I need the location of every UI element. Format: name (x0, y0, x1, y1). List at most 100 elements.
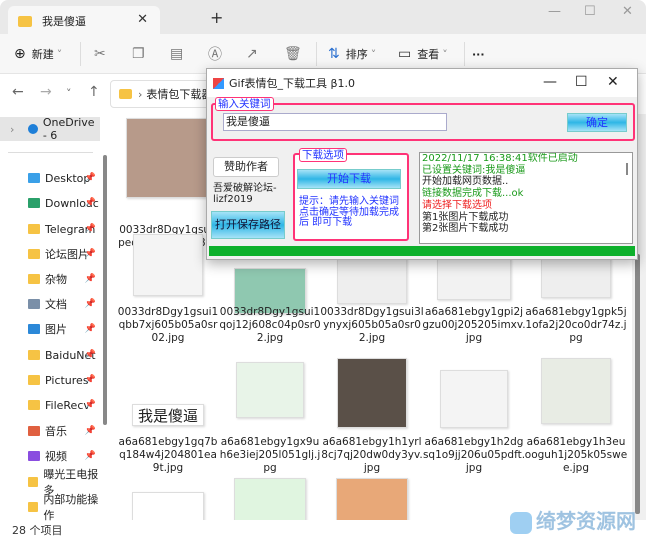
sidebar-item[interactable]: 文档 📌 (0, 292, 100, 316)
file-item[interactable] (320, 478, 424, 520)
sidebar-item[interactable]: 论坛图片 📌 (0, 242, 100, 266)
file-thumbnail (132, 492, 204, 520)
up-button[interactable]: ↑ (88, 84, 100, 100)
watermark-text: 绮梦资源网 (536, 509, 636, 533)
maximize-button[interactable]: ☐ (584, 4, 596, 19)
address-bar[interactable]: › 表情包下载器_ (110, 80, 220, 108)
sidebar-item[interactable]: Desktop 📌 (0, 166, 100, 190)
pin-icon: 📌 (84, 274, 96, 284)
sidebar-scrollbar[interactable] (103, 155, 107, 425)
file-thumbnail (133, 234, 203, 296)
file-thumbnail (440, 370, 508, 428)
scissors-icon: ✂ (94, 46, 106, 62)
keyword-group-label: 输入关键词 (215, 97, 274, 111)
progress-bar (209, 246, 635, 256)
folder-icon (28, 249, 40, 259)
sidebar-item-label: 杂物 (45, 273, 67, 286)
log-line: 第1张图片下载成功 (422, 211, 509, 223)
keyword-input[interactable]: 我是傻逼 (223, 113, 447, 131)
document-icon (28, 299, 40, 309)
file-item[interactable]: 0033dr8Dgy1gsuhpeou37j60c80c8wfc02.jpg (116, 118, 220, 262)
sidebar-item[interactable]: › OneDrive - 6 (0, 116, 100, 142)
log-output[interactable]: 2022/11/17 16:38:41软件已启动 已设置关键词:我是傻逼 开始加载网… (419, 152, 633, 244)
progress-fill (209, 246, 635, 256)
file-item[interactable]: a6a681ebgy1h3euooguh1j205k05swee.jpg (524, 358, 628, 474)
desktop-icon (28, 173, 40, 183)
file-name: a6a681ebgy1h1yrl8cj7qj20dw0dy3yv.jpg (321, 436, 423, 474)
sidebar-item[interactable]: 内部功能操作 (0, 493, 100, 522)
back-button[interactable]: ← (12, 84, 24, 100)
sponsor-button[interactable]: 赞助作者 (213, 157, 279, 177)
new-label: 新建 (31, 48, 54, 61)
pin-icon: 📌 (84, 224, 96, 234)
file-name: 0033dr8Dgy1gsui3lynyxj605b05a0sr02.jpg (320, 306, 424, 344)
sidebar-item[interactable]: FileRecv 📌 (0, 393, 100, 417)
file-item[interactable]: 0033dr8Dgy1gsui3lynyxj605b05a0sr02.jpg (320, 254, 424, 344)
app-icon (213, 77, 224, 89)
dialog-minimize-button[interactable]: — (543, 74, 557, 90)
credit-text: 吾爱破解论坛- lizf2019 (213, 183, 277, 205)
sidebar-item-label: 论坛图片 (45, 248, 89, 261)
expand-chevron-icon[interactable]: › (10, 123, 14, 136)
file-thumbnail (234, 478, 306, 520)
sort-icon: ⇅ (328, 46, 340, 62)
file-item[interactable] (218, 478, 322, 520)
folder-icon (28, 350, 40, 360)
cut-button[interactable]: ✂ (94, 34, 112, 74)
file-item[interactable] (116, 492, 220, 520)
sidebar-item-label: 文档 (45, 298, 67, 311)
confirm-button[interactable]: 确定 (567, 113, 627, 132)
rename-icon: Ⓐ (208, 47, 222, 63)
pin-icon: 📌 (84, 324, 96, 334)
log-scrollbar[interactable] (626, 163, 628, 175)
pictures-icon (28, 324, 40, 334)
scrollbar-thumb[interactable] (635, 254, 640, 514)
close-button[interactable]: ✕ (622, 4, 633, 19)
file-thumbnail (337, 254, 407, 304)
divider (8, 152, 93, 153)
close-tab-icon[interactable]: ✕ (137, 12, 148, 27)
new-tab-button[interactable]: + (210, 8, 223, 27)
dialog-maximize-button[interactable]: ☐ (575, 74, 588, 90)
file-item[interactable]: 我是傻逼 a6a681ebgy1gq7bq184w4j204801ea9t.jpg (116, 404, 220, 474)
open-save-path-button[interactable]: 打开保存路径 (211, 211, 285, 239)
sidebar-item-label: Desktop (45, 171, 91, 185)
sidebar-item[interactable]: 图片 📌 (0, 317, 100, 341)
sidebar-item[interactable]: BaiduNet 📌 (0, 343, 100, 367)
tab-explorer[interactable]: 我是傻逼 ✕ (8, 6, 160, 36)
folder-icon (28, 477, 39, 487)
sidebar-item[interactable]: Pictures 📌 (0, 368, 100, 392)
file-item[interactable]: 0033dr8Dgy1gsui1qoj12j608c04p0sr02.jpg (218, 268, 322, 344)
folder-icon (119, 89, 132, 99)
pin-icon: 📌 (84, 173, 96, 183)
file-item[interactable]: a6a681ebgy1gx9uh6e3iej205l051glj.jpg (218, 362, 322, 474)
dialog-close-button[interactable]: ✕ (607, 74, 619, 90)
sidebar-item[interactable]: 杂物 📌 (0, 267, 100, 291)
sidebar-item[interactable]: 视频 📌 (0, 444, 100, 468)
sidebar-item[interactable]: 音乐 📌 (0, 419, 100, 443)
breadcrumb-chevron-icon: › (138, 87, 143, 101)
pin-icon: 📌 (84, 198, 96, 208)
video-icon (28, 451, 40, 461)
start-download-button[interactable]: 开始下载 (297, 169, 401, 189)
minimize-button[interactable]: — (548, 4, 561, 19)
sidebar-item-label: FileRecv (45, 398, 90, 412)
recent-dropdown[interactable]: ˅ (66, 87, 72, 100)
sidebar-item-label: 内部功能操作 (43, 493, 99, 522)
pin-icon: 📌 (84, 375, 96, 385)
pin-icon: 📌 (84, 426, 96, 436)
sidebar-item-label: 音乐 (45, 425, 67, 438)
copy-button[interactable]: ❐ (132, 34, 151, 74)
sidebar-item[interactable]: Downloac 📌 (0, 191, 100, 215)
credit-line-1: 吾爱破解论坛- (213, 183, 277, 194)
sidebar-item-label: 图片 (45, 323, 67, 336)
status-bar-count: 28 个项目 (12, 524, 63, 537)
file-item[interactable]: a6a681ebgy1h2dgsq1o9jj206u05pdft.jpg (422, 370, 526, 474)
new-button[interactable]: ⊕ 新建 ˅ (14, 34, 62, 74)
file-item[interactable]: 0033dr8Dgy1gsui1qbb7xj605b05a0sr02.jpg (116, 234, 220, 344)
sidebar-item[interactable]: Telegram 📌 (0, 217, 100, 241)
forward-button[interactable]: → (40, 84, 52, 100)
paste-button[interactable]: ▤ (170, 34, 189, 74)
pin-icon: 📌 (84, 249, 96, 259)
file-item[interactable]: a6a681ebgy1h1yrl8cj7qj20dw0dy3yv.jpg (320, 358, 424, 474)
